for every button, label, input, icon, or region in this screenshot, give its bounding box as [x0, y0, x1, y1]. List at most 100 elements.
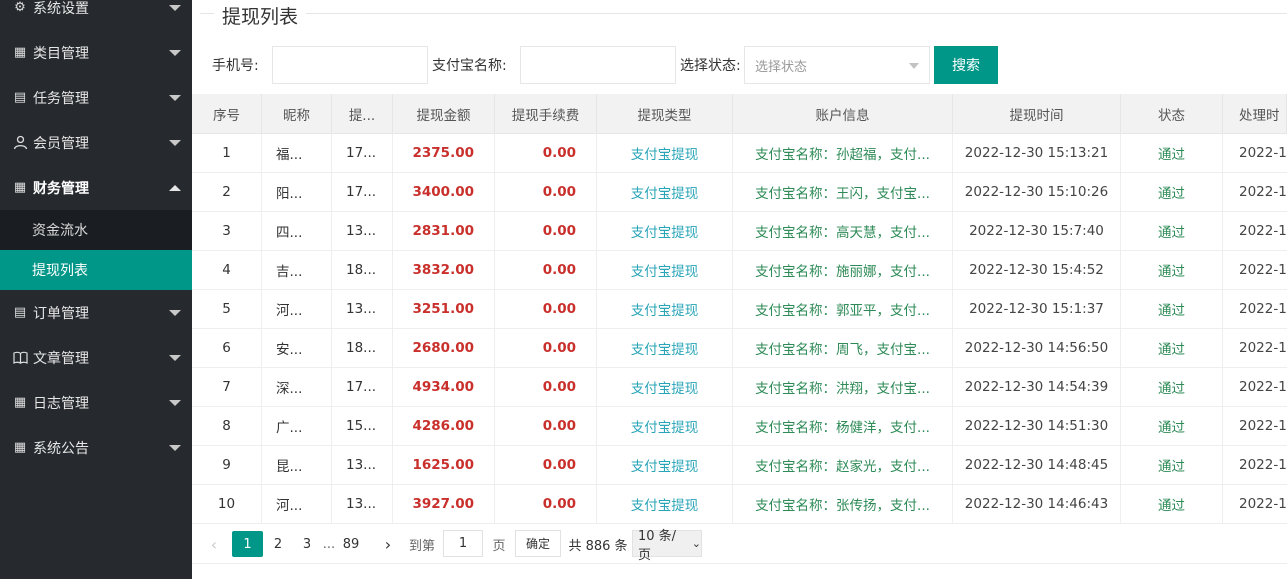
- sidebar-item-members[interactable]: 会员管理: [0, 120, 192, 165]
- sidebar-item-system-settings[interactable]: ⚙ 系统设置: [0, 0, 192, 30]
- goto-confirm-button[interactable]: 确定: [515, 530, 561, 557]
- column-header[interactable]: 账户信息: [733, 94, 953, 133]
- table-row[interactable]: 7 深... 17... 4934.00 0.00 支付宝提现 支付宝名称：洪翔，支付宝..…: [192, 368, 1287, 407]
- column-header[interactable]: 提现类型: [597, 94, 733, 133]
- page-size-value: 10 条/页: [638, 528, 677, 563]
- amount-cell: 2375.00: [393, 134, 495, 172]
- sidebar-item-label: 文章管理: [33, 350, 89, 367]
- row-index: 6: [192, 329, 262, 367]
- account-info-cell: 支付宝名称：张传扬，支付...: [733, 485, 953, 523]
- withdraw-type-cell[interactable]: 支付宝提现: [597, 329, 733, 367]
- chevron-down-icon: [169, 49, 181, 56]
- column-header[interactable]: 提现手续费: [495, 94, 597, 133]
- fee-cell: 0.00: [495, 212, 597, 250]
- goto-page-input[interactable]: [443, 530, 483, 557]
- chevron-down-icon: [169, 94, 181, 101]
- page-current[interactable]: 1: [232, 531, 263, 557]
- fee-cell: 0.00: [495, 173, 597, 211]
- page-size-select[interactable]: 10 条/页 ⌄: [632, 529, 702, 563]
- page-title: 提现列表: [214, 2, 307, 29]
- withdraw-type-cell[interactable]: 支付宝提现: [597, 368, 733, 406]
- prev-page-icon[interactable]: ‹: [206, 531, 222, 557]
- withdraw-type-cell[interactable]: 支付宝提现: [597, 446, 733, 484]
- fee-cell: 0.00: [495, 251, 597, 289]
- account-info-cell: 支付宝名称：施丽娜，支付...: [733, 251, 953, 289]
- column-header[interactable]: 提现时间: [953, 94, 1121, 133]
- process-time-cell: 2022-12: [1239, 418, 1287, 434]
- row-index: 1: [192, 134, 262, 172]
- process-time-cell: 2022-12: [1239, 340, 1287, 356]
- sidebar-item-label: 日志管理: [33, 395, 89, 412]
- table-row[interactable]: 1 福... 17... 2375.00 0.00 支付宝提现 支付宝名称：孙超福，支付..…: [192, 134, 1287, 173]
- amount-cell: 3251.00: [393, 290, 495, 328]
- sidebar-item-orders[interactable]: ▤ 订单管理: [0, 290, 192, 335]
- withdraw-time-cell: 2022-12-30 15:7:40: [953, 212, 1121, 250]
- status-cell: 通过: [1121, 134, 1223, 172]
- withdraw-type-cell[interactable]: 支付宝提现: [597, 134, 733, 172]
- process-time-cell: 2022-12: [1239, 496, 1287, 512]
- table-row[interactable]: 10 河... 13... 3927.00 0.00 支付宝提现 支付宝名称：张传扬，支付.…: [192, 485, 1287, 524]
- status-select[interactable]: 选择状态: [744, 46, 930, 84]
- status-cell: 通过: [1121, 212, 1223, 250]
- column-header[interactable]: 昵称: [262, 94, 332, 133]
- sidebar-subitem-fund-flow[interactable]: 资金流水: [0, 210, 192, 250]
- finance-submenu: 资金流水 提现列表: [0, 210, 192, 290]
- sidebar-item-announcements[interactable]: ▦ 系统公告: [0, 425, 192, 470]
- sidebar-item-category[interactable]: ▦ 类目管理: [0, 30, 192, 75]
- column-header[interactable]: 序号: [192, 94, 262, 133]
- alipay-name-input[interactable]: [520, 46, 676, 84]
- table-row[interactable]: 6 安... 18... 2680.00 0.00 支付宝提现 支付宝名称：周飞，支付宝..…: [192, 329, 1287, 368]
- total-count: 共 886 条: [568, 538, 628, 554]
- withdraw-type-cell[interactable]: 支付宝提现: [597, 485, 733, 523]
- process-time-cell: 2022-12: [1239, 223, 1287, 239]
- table-row[interactable]: 8 广... 15... 4286.00 0.00 支付宝提现 支付宝名称：杨健洋，支付..…: [192, 407, 1287, 446]
- withdraw-time-cell: 2022-12-30 14:48:45: [953, 446, 1121, 484]
- calendar-icon: ▦: [13, 440, 27, 455]
- phone-cell: 18...: [332, 329, 393, 367]
- page-3[interactable]: 3: [296, 531, 318, 557]
- withdraw-type-cell[interactable]: 支付宝提现: [597, 251, 733, 289]
- withdraw-time-cell: 2022-12-30 14:54:39: [953, 368, 1121, 406]
- chevron-down-icon: [169, 444, 181, 451]
- withdraw-type-cell[interactable]: 支付宝提现: [597, 290, 733, 328]
- next-page-icon[interactable]: ›: [380, 531, 396, 557]
- page-last[interactable]: 89: [340, 531, 362, 557]
- amount-cell: 2831.00: [393, 212, 495, 250]
- withdraw-type-cell[interactable]: 支付宝提现: [597, 212, 733, 250]
- column-header[interactable]: 处理时: [1223, 94, 1287, 133]
- process-time-cell: 2022-12: [1239, 301, 1287, 317]
- withdraw-time-cell: 2022-12-30 14:56:50: [953, 329, 1121, 367]
- table-row[interactable]: 4 吉... 18... 3832.00 0.00 支付宝提现 支付宝名称：施丽娜，支付..…: [192, 251, 1287, 290]
- column-header[interactable]: 提现金额: [393, 94, 495, 133]
- sidebar-subitem-withdraw-list[interactable]: 提现列表: [0, 250, 192, 290]
- process-time-cell: 2022-12: [1239, 184, 1287, 200]
- title-divider: [200, 13, 1287, 14]
- column-header[interactable]: 提...: [332, 94, 393, 133]
- row-index: 5: [192, 290, 262, 328]
- user-icon: [12, 135, 28, 151]
- sidebar-item-finance[interactable]: ▦ 财务管理: [0, 165, 192, 210]
- row-index: 2: [192, 173, 262, 211]
- sidebar-item-articles[interactable]: 文章管理: [0, 335, 192, 380]
- sidebar-item-logs[interactable]: ▦ 日志管理: [0, 380, 192, 425]
- withdraw-type-cell[interactable]: 支付宝提现: [597, 407, 733, 445]
- column-header[interactable]: 状态: [1121, 94, 1223, 133]
- phone-input[interactable]: [272, 46, 428, 84]
- process-time-cell: 2022-12: [1239, 145, 1287, 161]
- amount-cell: 4286.00: [393, 407, 495, 445]
- amount-cell: 1625.00: [393, 446, 495, 484]
- search-button[interactable]: 搜索: [934, 46, 998, 84]
- phone-cell: 15...: [332, 407, 393, 445]
- table-row[interactable]: 9 昆... 13... 1625.00 0.00 支付宝提现 支付宝名称：赵家光，支付..…: [192, 446, 1287, 485]
- fee-cell: 0.00: [495, 446, 597, 484]
- table-row[interactable]: 5 河... 13... 3251.00 0.00 支付宝提现 支付宝名称：郭亚平，支付..…: [192, 290, 1287, 329]
- chevron-down-icon: [169, 399, 181, 406]
- withdraw-time-cell: 2022-12-30 15:10:26: [953, 173, 1121, 211]
- alipay-name-label: 支付宝名称:: [432, 58, 507, 74]
- table-row[interactable]: 3 四... 13... 2831.00 0.00 支付宝提现 支付宝名称：高天慧，支付..…: [192, 212, 1287, 251]
- withdraw-type-cell[interactable]: 支付宝提现: [597, 173, 733, 211]
- sidebar-item-tasks[interactable]: ▤ 任务管理: [0, 75, 192, 120]
- table-row[interactable]: 2 阳... 17... 3400.00 0.00 支付宝提现 支付宝名称：王闪，支付宝..…: [192, 173, 1287, 212]
- amount-cell: 4934.00: [393, 368, 495, 406]
- page-2[interactable]: 2: [267, 531, 289, 557]
